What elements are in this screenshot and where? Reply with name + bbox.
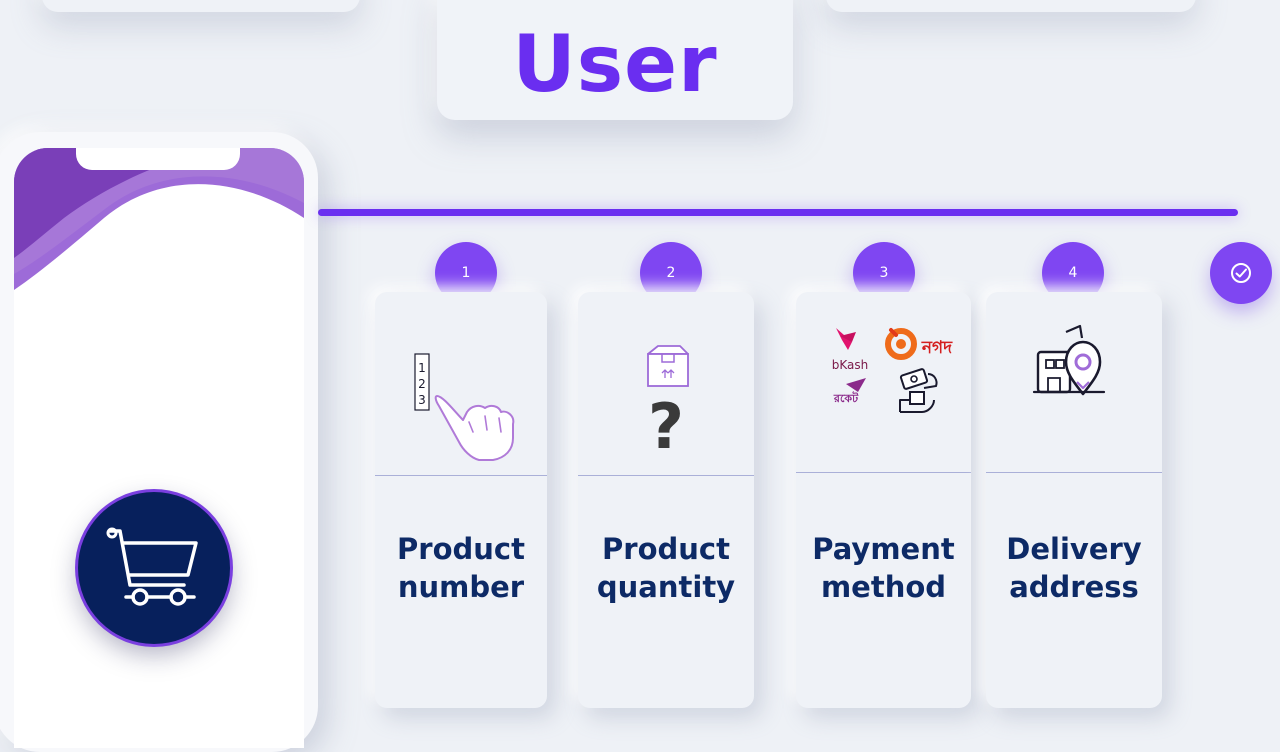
step-card-delivery-address[interactable]: Delivery address [986, 292, 1162, 708]
step-card-product-number[interactable]: 1 2 3 Product number [375, 292, 547, 708]
step-number: 1 [461, 265, 471, 281]
step-label-line2: number [397, 570, 525, 604]
step-label-line2: address [1009, 570, 1139, 604]
box-question-icon: ? [578, 292, 754, 472]
step-label-line1: Product [602, 532, 730, 566]
step-number: 3 [879, 265, 889, 281]
background-card-left [42, 0, 360, 12]
phone-screen [14, 148, 304, 748]
card-divider [796, 472, 971, 473]
step-label: Payment method [796, 530, 971, 606]
step-label-line2: quantity [596, 570, 736, 604]
location-building-icon [986, 292, 1162, 472]
hand-pointer-list-icon: 1 2 3 [375, 292, 547, 472]
step-number: 4 [1068, 265, 1078, 281]
list-number-2: 2 [418, 377, 426, 391]
background-card-right [826, 0, 1196, 12]
list-number-3: 3 [418, 393, 426, 407]
step-label-line2: method [820, 570, 947, 604]
check-icon [1231, 263, 1251, 283]
shopping-cart-icon [106, 527, 198, 606]
cart-circle[interactable] [78, 492, 230, 644]
phone-mockup [0, 132, 318, 752]
step-badge-complete[interactable] [1210, 242, 1272, 304]
step-card-payment-method[interactable]: bKash নগদ রকেট Payment method [796, 292, 971, 708]
nagad-logo: নগদ [921, 338, 953, 358]
step-number: 2 [666, 265, 676, 281]
step-label: Product quantity [578, 530, 754, 606]
bkash-logo: bKash [832, 358, 869, 372]
rocket-logo: রকেট [833, 391, 859, 405]
card-divider [578, 475, 754, 476]
payment-logos-icon: bKash নগদ রকেট [796, 292, 971, 472]
card-divider [375, 475, 547, 476]
progress-timeline [318, 209, 1238, 216]
step-card-product-quantity[interactable]: ? Product quantity [578, 292, 754, 708]
wave-header-icon [14, 148, 304, 290]
step-label-line1: Product [397, 532, 525, 566]
step-label: Product number [375, 530, 547, 606]
title-card: User [437, 0, 793, 120]
question-mark-icon: ? [648, 390, 684, 463]
list-number-1: 1 [418, 361, 426, 375]
step-label: Delivery address [986, 530, 1162, 606]
step-label-line1: Delivery [1006, 532, 1142, 566]
phone-notch [76, 148, 240, 170]
page-title: User [512, 20, 718, 110]
card-divider [986, 472, 1162, 473]
step-label-line1: Payment [812, 532, 955, 566]
